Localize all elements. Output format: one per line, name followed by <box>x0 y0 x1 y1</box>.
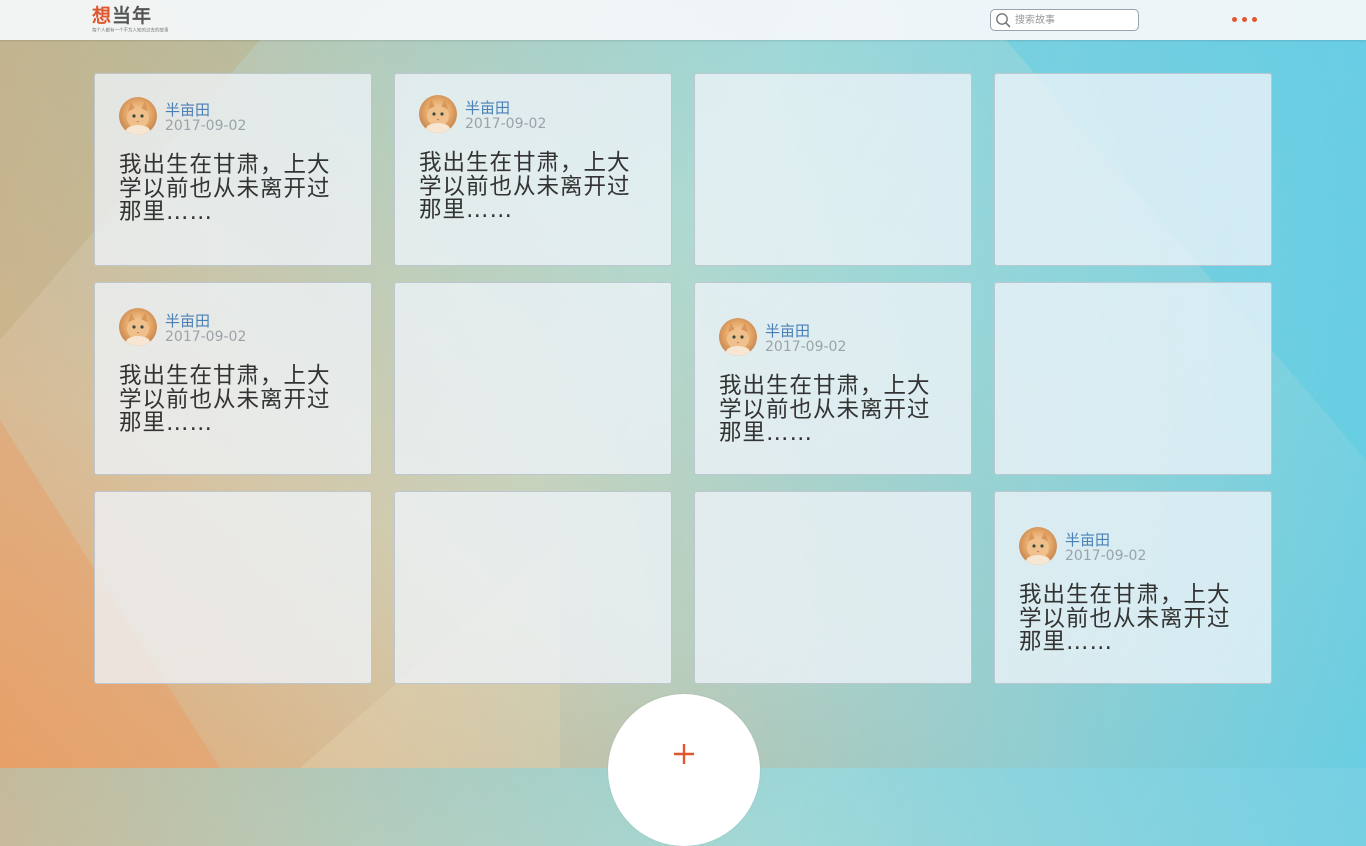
more-dots-icon <box>1252 17 1257 22</box>
post-date: 2017-09-02 <box>765 339 847 355</box>
story-card-empty[interactable] <box>994 73 1272 266</box>
story-card[interactable]: 半亩田 2017-09-02 我出生在甘肃，上大学以前也从未离开过那里…… <box>694 282 972 475</box>
story-grid: 半亩田 2017-09-02 我出生在甘肃，上大学以前也从未离开过那里…… 半亩… <box>94 73 1272 684</box>
story-excerpt: 我出生在甘肃，上大学以前也从未离开过那里…… <box>419 150 631 223</box>
search-input[interactable] <box>1015 12 1133 28</box>
story-author: 半亩田 2017-09-02 <box>419 95 659 133</box>
story-author: 半亩田 2017-09-02 <box>719 318 959 356</box>
story-card[interactable]: 半亩田 2017-09-02 我出生在甘肃，上大学以前也从未离开过那里…… <box>94 282 372 475</box>
story-card-empty[interactable] <box>394 491 672 684</box>
post-date: 2017-09-02 <box>165 118 247 134</box>
story-card-empty[interactable] <box>694 73 972 266</box>
story-author: 半亩田 2017-09-02 <box>1019 527 1259 565</box>
add-story-button[interactable] <box>608 694 760 846</box>
avatar[interactable] <box>119 308 157 346</box>
more-menu-button[interactable] <box>1232 17 1264 27</box>
search-box[interactable] <box>990 9 1139 31</box>
avatar[interactable] <box>1019 527 1057 565</box>
story-excerpt: 我出生在甘肃，上大学以前也从未离开过那里…… <box>1019 582 1231 655</box>
post-date: 2017-09-02 <box>465 116 547 132</box>
plus-icon <box>674 744 694 764</box>
story-excerpt: 我出生在甘肃，上大学以前也从未离开过那里…… <box>119 363 331 436</box>
story-card-empty[interactable] <box>94 491 372 684</box>
author-name[interactable]: 半亩田 <box>765 323 846 339</box>
avatar[interactable] <box>119 97 157 135</box>
logo-tagline: 每个人都有一个不为人知的过去的故事 <box>92 27 169 34</box>
author-name[interactable]: 半亩田 <box>1065 532 1146 548</box>
more-dots-icon <box>1242 17 1247 22</box>
author-name[interactable]: 半亩田 <box>465 100 546 116</box>
top-bar: 想当年 每个人都有一个不为人知的过去的故事 <box>0 0 1366 40</box>
logo-wordmark: 想当年 <box>92 5 153 27</box>
story-card[interactable]: 半亩田 2017-09-02 我出生在甘肃，上大学以前也从未离开过那里…… <box>994 491 1272 684</box>
story-card[interactable]: 半亩田 2017-09-02 我出生在甘肃，上大学以前也从未离开过那里…… <box>394 73 672 266</box>
story-card-empty[interactable] <box>394 282 672 475</box>
search-icon[interactable] <box>995 12 1011 28</box>
story-card-empty[interactable] <box>994 282 1272 475</box>
story-author: 半亩田 2017-09-02 <box>119 308 359 346</box>
avatar[interactable] <box>419 95 457 133</box>
more-dots-icon <box>1232 17 1237 22</box>
story-author: 半亩田 2017-09-02 <box>119 97 359 135</box>
logo[interactable]: 想当年 每个人都有一个不为人知的过去的故事 <box>92 5 169 37</box>
post-date: 2017-09-02 <box>165 329 247 345</box>
story-card-empty[interactable] <box>694 491 972 684</box>
story-excerpt: 我出生在甘肃，上大学以前也从未离开过那里…… <box>719 373 931 446</box>
author-name[interactable]: 半亩田 <box>165 313 246 329</box>
author-name[interactable]: 半亩田 <box>165 102 246 118</box>
avatar[interactable] <box>719 318 757 356</box>
story-excerpt: 我出生在甘肃，上大学以前也从未离开过那里…… <box>119 152 331 225</box>
post-date: 2017-09-02 <box>1065 548 1147 564</box>
story-card[interactable]: 半亩田 2017-09-02 我出生在甘肃，上大学以前也从未离开过那里…… <box>94 73 372 266</box>
